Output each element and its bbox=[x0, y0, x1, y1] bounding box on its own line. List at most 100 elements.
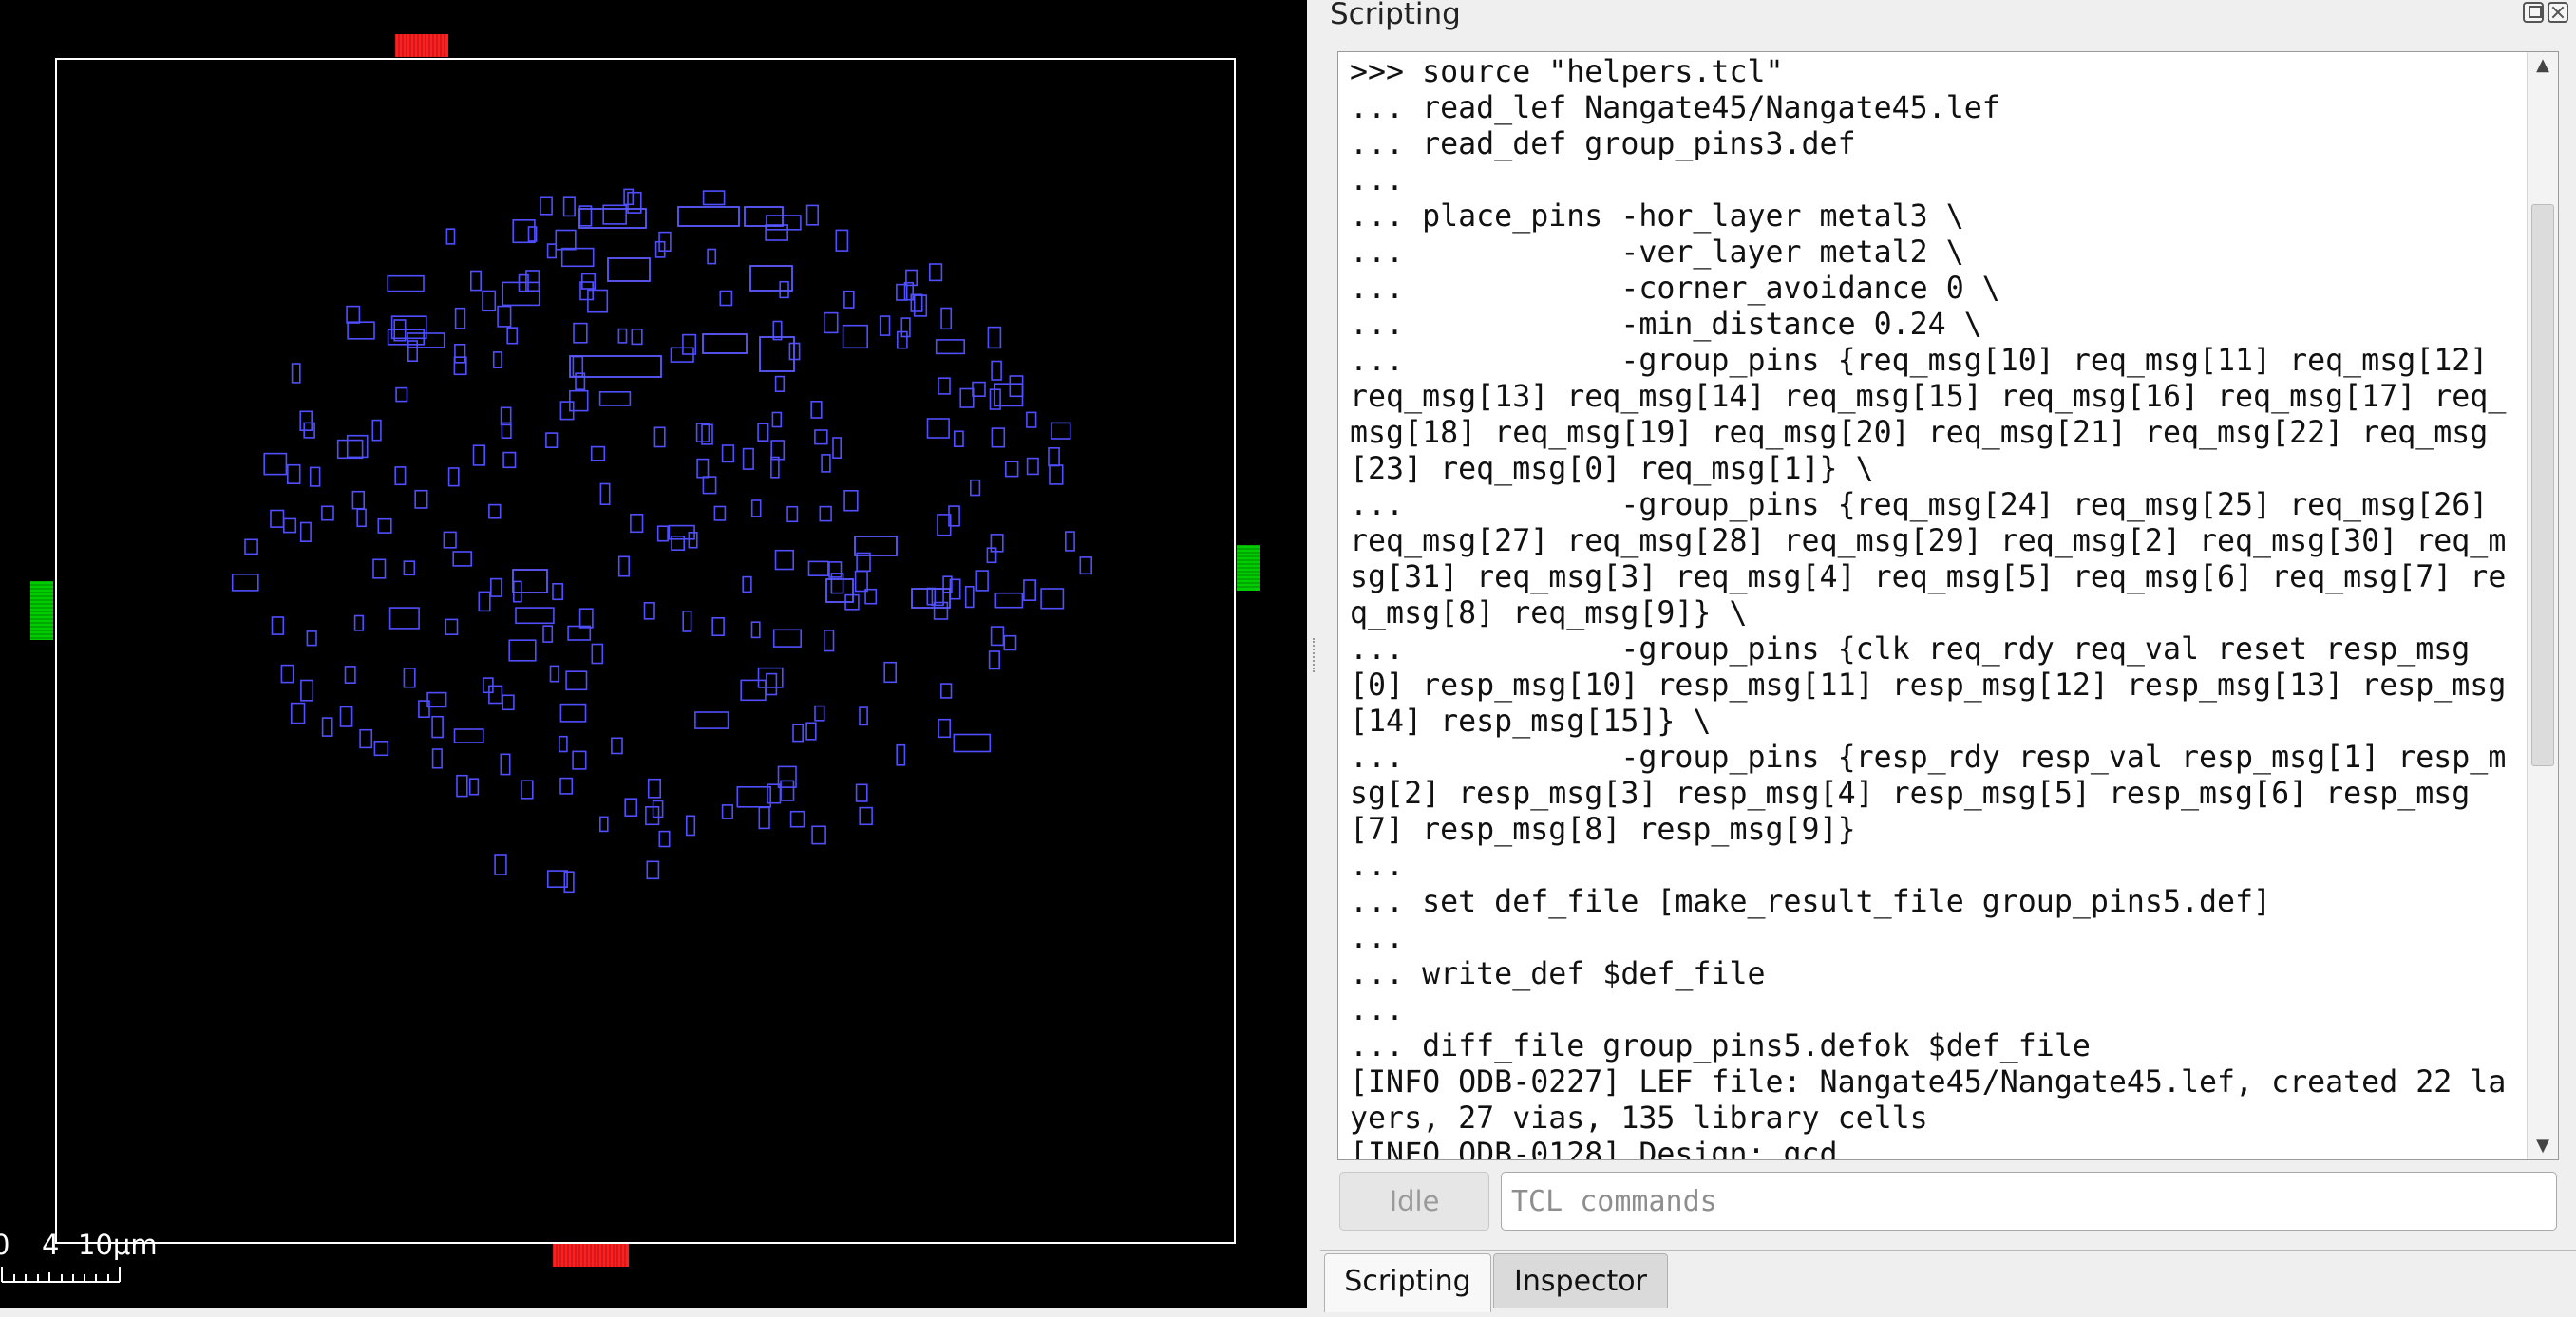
idle-status-button[interactable]: Idle bbox=[1339, 1172, 1489, 1231]
cell-instance[interactable] bbox=[321, 717, 333, 737]
tab-inspector[interactable]: Inspector bbox=[1493, 1253, 1668, 1308]
float-window-icon[interactable] bbox=[2523, 2, 2544, 23]
cell-instance[interactable] bbox=[711, 616, 725, 636]
cell-instance[interactable] bbox=[645, 805, 660, 826]
cell-instance[interactable] bbox=[377, 517, 392, 534]
cell-instance[interactable] bbox=[819, 505, 832, 522]
cell-instance[interactable] bbox=[843, 489, 859, 512]
cell-instance[interactable] bbox=[502, 694, 515, 711]
cell-instance[interactable] bbox=[1026, 411, 1037, 428]
cell-instance[interactable] bbox=[631, 328, 643, 346]
cell-instance[interactable] bbox=[562, 196, 576, 217]
cell-instance[interactable] bbox=[280, 664, 294, 684]
cell-instance[interactable] bbox=[938, 718, 951, 739]
cell-instance[interactable] bbox=[478, 591, 491, 612]
cell-instance[interactable] bbox=[482, 290, 497, 312]
cell-instance[interactable] bbox=[774, 375, 786, 393]
cell-instance[interactable] bbox=[935, 339, 966, 355]
cell-instance[interactable] bbox=[598, 390, 632, 406]
cell-instance[interactable] bbox=[771, 411, 783, 428]
cell-instance[interactable] bbox=[443, 531, 457, 549]
script-output-console[interactable]: >>> source "helpers.tcl" ... read_lef Na… bbox=[1337, 51, 2559, 1160]
cell-instance[interactable] bbox=[814, 705, 825, 722]
cell-instance[interactable] bbox=[859, 706, 868, 726]
cell-instance[interactable] bbox=[263, 452, 288, 476]
cell-instance[interactable] bbox=[559, 735, 568, 753]
close-icon[interactable] bbox=[2548, 2, 2568, 23]
cell-instance[interactable] bbox=[835, 229, 849, 252]
cell-instance[interactable] bbox=[780, 780, 795, 801]
cell-instance[interactable] bbox=[599, 482, 611, 506]
cell-instance[interactable] bbox=[371, 419, 382, 442]
cell-instance[interactable] bbox=[512, 580, 522, 603]
cell-instance[interactable] bbox=[721, 804, 733, 819]
cell-instance[interactable] bbox=[508, 639, 537, 662]
cell-instance[interactable] bbox=[658, 830, 671, 848]
cell-instance[interactable] bbox=[823, 311, 839, 334]
cell-instance[interactable] bbox=[1079, 556, 1093, 575]
cell-instance[interactable] bbox=[825, 578, 854, 603]
cell-instance[interactable] bbox=[598, 816, 609, 833]
cell-instance[interactable] bbox=[1003, 634, 1017, 651]
cell-instance[interactable] bbox=[572, 750, 587, 770]
cell-instance[interactable] bbox=[994, 592, 1024, 609]
cell-instance[interactable] bbox=[290, 702, 306, 724]
cell-instance[interactable] bbox=[309, 466, 321, 487]
cell-instance[interactable] bbox=[356, 508, 367, 528]
cell-instance[interactable] bbox=[964, 585, 975, 609]
cell-instance[interactable] bbox=[299, 521, 312, 543]
cell-instance[interactable] bbox=[811, 825, 826, 845]
cell-instance[interactable] bbox=[990, 626, 1005, 647]
cell-instance[interactable] bbox=[1005, 461, 1019, 478]
cell-instance[interactable] bbox=[821, 454, 831, 473]
cell-instance[interactable] bbox=[742, 447, 754, 470]
cell-instance[interactable] bbox=[695, 423, 710, 443]
cell-instance[interactable] bbox=[685, 815, 696, 837]
cell-instance[interactable] bbox=[321, 505, 334, 521]
cell-instance[interactable] bbox=[654, 240, 666, 258]
cell-instance[interactable] bbox=[928, 263, 943, 282]
cell-instance[interactable] bbox=[454, 307, 466, 329]
cell-instance[interactable] bbox=[351, 490, 365, 510]
cell-instance[interactable] bbox=[291, 363, 301, 384]
cell-instance[interactable] bbox=[646, 860, 660, 880]
cell-instance[interactable] bbox=[282, 517, 297, 534]
cell-instance[interactable] bbox=[540, 196, 553, 216]
cell-instance[interactable] bbox=[805, 204, 819, 226]
cell-instance[interactable] bbox=[652, 800, 664, 818]
cell-instance[interactable] bbox=[565, 670, 588, 691]
layout-viewer[interactable]: 0 4 10μm bbox=[0, 0, 1307, 1308]
cell-instance[interactable] bbox=[1065, 531, 1075, 552]
cell-instance[interactable] bbox=[975, 570, 989, 592]
cell-instance[interactable] bbox=[938, 377, 951, 395]
cell-instance[interactable] bbox=[991, 427, 1006, 448]
cell-instance[interactable] bbox=[1048, 446, 1060, 467]
cell-instance[interactable] bbox=[270, 509, 285, 528]
cell-instance[interactable] bbox=[468, 778, 480, 796]
cell-instance[interactable] bbox=[750, 499, 762, 517]
cell-instance[interactable] bbox=[454, 343, 466, 364]
cell-instance[interactable] bbox=[671, 535, 685, 551]
cell-instance[interactable] bbox=[913, 294, 928, 317]
cell-instance[interactable] bbox=[953, 430, 964, 447]
cell-instance[interactable] bbox=[779, 280, 789, 299]
cell-instance[interactable] bbox=[758, 806, 770, 830]
cell-instance[interactable] bbox=[789, 810, 805, 828]
cell-instance[interactable] bbox=[590, 445, 606, 461]
cell-instance[interactable] bbox=[395, 386, 408, 403]
cell-instance[interactable] bbox=[1009, 375, 1024, 398]
cell-instance[interactable] bbox=[774, 549, 795, 571]
cell-instance[interactable] bbox=[1049, 464, 1064, 485]
scroll-up-icon[interactable]: ▲ bbox=[2528, 52, 2558, 79]
cell-instance[interactable] bbox=[489, 577, 502, 597]
cell-instance[interactable] bbox=[766, 672, 778, 696]
cell-instance[interactable] bbox=[940, 307, 953, 330]
cell-instance[interactable] bbox=[896, 743, 906, 766]
cell-instance[interactable] bbox=[560, 247, 595, 268]
cell-instance[interactable] bbox=[494, 854, 507, 875]
cell-instance[interactable] bbox=[339, 706, 353, 727]
cell-instance[interactable] bbox=[388, 607, 420, 630]
cell-instance[interactable] bbox=[497, 305, 512, 328]
cell-instance[interactable] bbox=[578, 208, 647, 229]
cell-instance[interactable] bbox=[749, 265, 793, 292]
